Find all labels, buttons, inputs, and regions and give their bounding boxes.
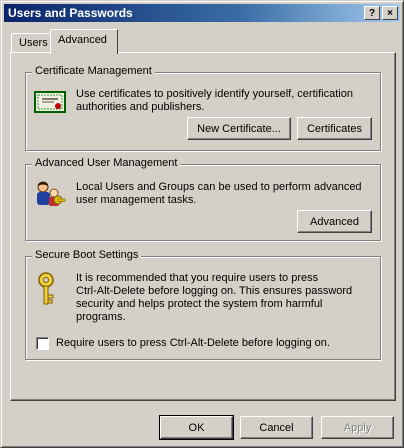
apply-button[interactable]: Apply [321, 416, 394, 439]
certificate-icon [34, 90, 66, 117]
advanced-user-management-legend: Advanced User Management [32, 157, 181, 169]
users-and-key-icon [34, 179, 66, 214]
certificate-management-description: Use certificates to positively identify … [76, 88, 353, 114]
help-button[interactable]: ? [364, 6, 380, 20]
advanced-description-line-2: user management tasks. [76, 194, 197, 206]
tab-users-label: Users [19, 37, 48, 49]
certificates-button[interactable]: Certificates [297, 117, 372, 140]
window-title: Users and Passwords [8, 6, 133, 20]
cancel-button[interactable]: Cancel [240, 416, 313, 439]
certificate-description-line-1: Use certificates to positively identify … [76, 88, 353, 100]
secure-boot-description: It is recommended that you require users… [76, 272, 352, 324]
secure-boot-settings-legend: Secure Boot Settings [32, 249, 142, 261]
certificate-management-legend: Certificate Management [32, 65, 155, 77]
secure-boot-line-4: programs. [76, 311, 126, 323]
advanced-user-management-description: Local Users and Groups can be used to pe… [76, 181, 362, 207]
secure-boot-settings-group: Secure Boot Settings It is recommended t… [25, 249, 381, 360]
key-icon [34, 271, 62, 310]
users-and-passwords-dialog: Users and Passwords ? × Users Advanced C… [0, 0, 404, 448]
secure-boot-line-2: Ctrl-Alt-Delete before logging on. This … [76, 285, 353, 297]
ok-button[interactable]: OK [159, 415, 234, 440]
tab-advanced-label: Advanced [58, 34, 107, 46]
close-button[interactable]: × [382, 6, 398, 20]
certificate-management-group: Certificate Management Use certificates … [25, 65, 381, 151]
advanced-description-line-1: Local Users and Groups can be used to pe… [76, 181, 362, 193]
new-certificate-button[interactable]: New Certificate... [187, 117, 291, 140]
tab-users[interactable]: Users [11, 33, 51, 53]
secure-boot-line-3: security and helps protect the system fr… [76, 298, 323, 310]
tab-advanced[interactable]: Advanced [50, 29, 118, 54]
advanced-user-management-group: Advanced User Management Local Users and… [25, 157, 381, 241]
require-ctrl-alt-delete-checkbox[interactable] [36, 337, 49, 350]
require-ctrl-alt-delete-label[interactable]: Require users to press Ctrl-Alt-Delete b… [56, 337, 330, 349]
title-bar[interactable]: Users and Passwords ? × [4, 4, 400, 22]
certificate-description-line-2: authorities and publishers. [76, 101, 205, 113]
advanced-button[interactable]: Advanced [297, 210, 372, 233]
secure-boot-line-1: It is recommended that you require users… [76, 272, 319, 284]
